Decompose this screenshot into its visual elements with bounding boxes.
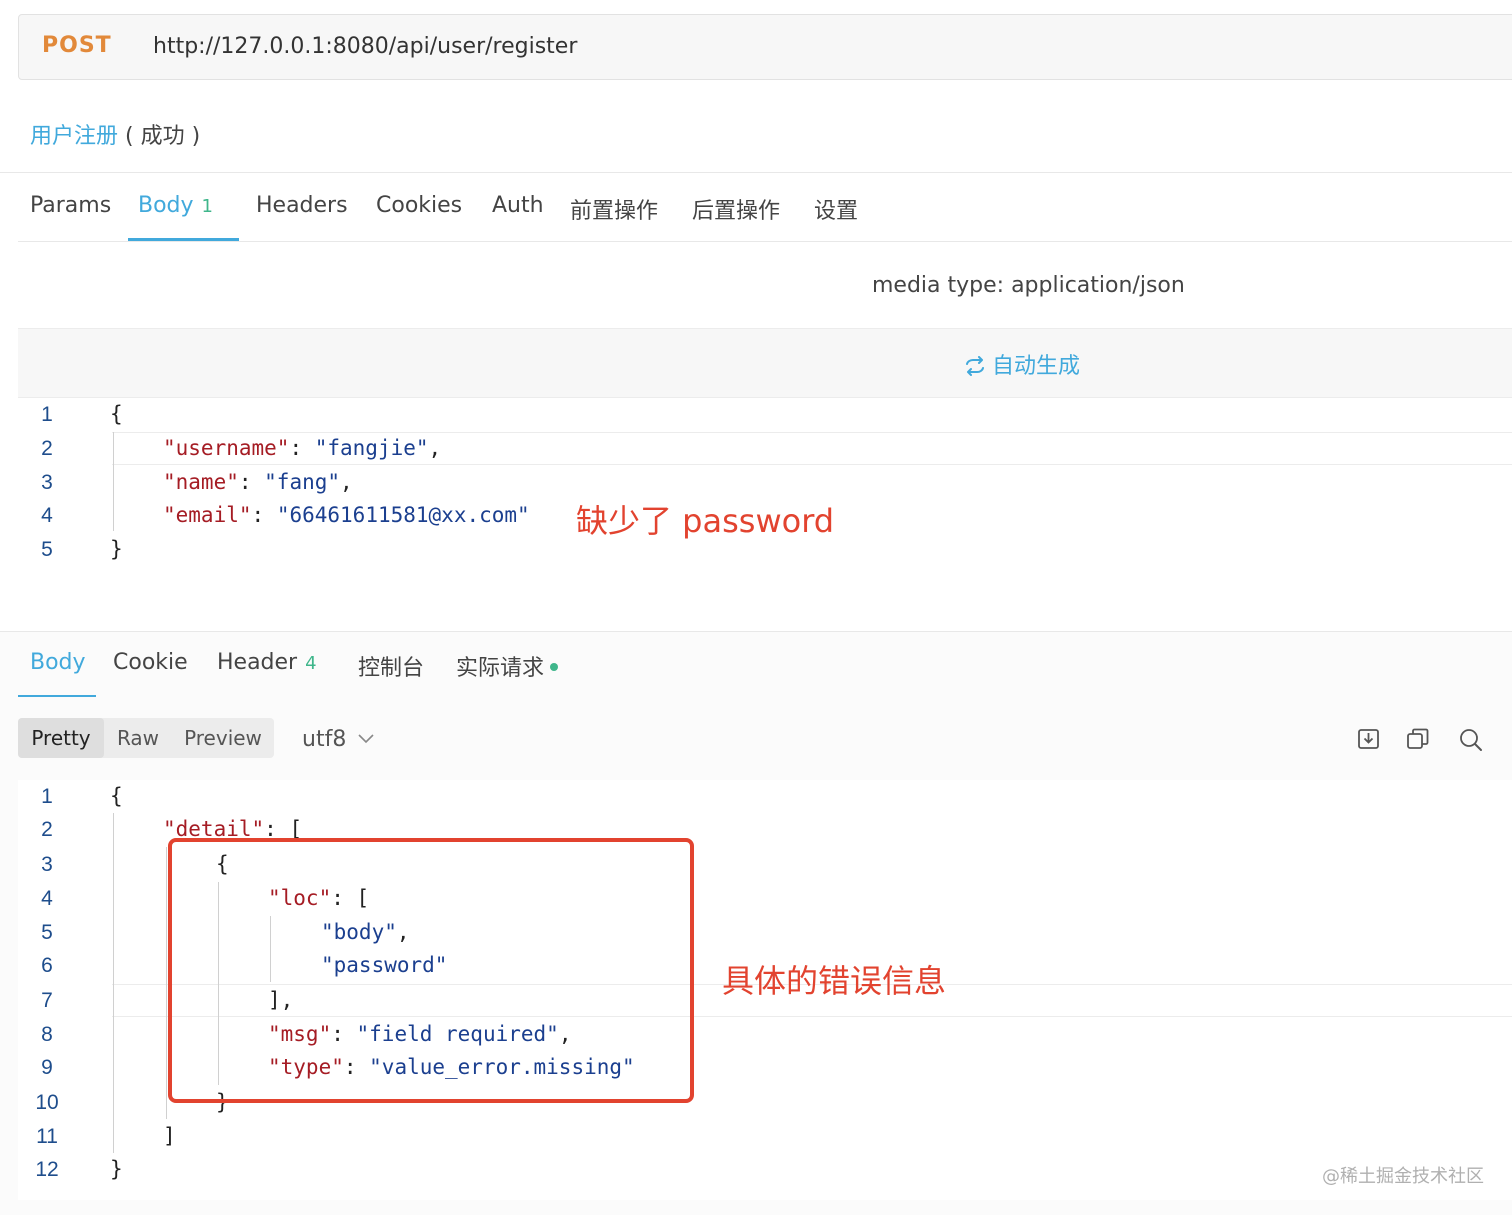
status-dot xyxy=(550,663,559,671)
tab-auth[interactable]: Auth xyxy=(492,193,544,218)
refresh-icon xyxy=(966,356,984,376)
view-mode-switch: Pretty Raw Preview xyxy=(18,718,274,758)
url-bar[interactable]: POST http://127.0.0.1:8080/api/user/regi… xyxy=(18,14,1512,80)
divider xyxy=(0,631,1512,632)
tab-params[interactable]: Params xyxy=(30,193,111,218)
tab-cookies[interactable]: Cookies xyxy=(376,193,462,218)
tab-response-header[interactable]: Header 4 xyxy=(217,650,317,675)
code-line: ] xyxy=(163,1124,176,1148)
download-icon[interactable] xyxy=(1356,726,1382,752)
line-number: 1 xyxy=(41,403,53,426)
url-input[interactable]: http://127.0.0.1:8080/api/user/register xyxy=(153,34,577,59)
error-highlight-box xyxy=(168,838,694,1103)
annotation-missing-password: 缺少了 password xyxy=(576,502,835,540)
line-number: 2 xyxy=(41,437,53,460)
tab-response-body[interactable]: Body xyxy=(30,650,86,675)
request-title: 用户注册 ( 成功 ) xyxy=(30,118,200,150)
indent-guide xyxy=(113,432,114,531)
view-preview-button[interactable]: Preview xyxy=(174,718,272,758)
active-tab-indicator xyxy=(18,695,96,697)
code-line: "username": "fangjie", xyxy=(163,436,442,460)
tab-pre-ops[interactable]: 前置操作 xyxy=(570,193,658,225)
line-number: 2 xyxy=(41,818,53,841)
line-number: 5 xyxy=(41,538,53,561)
tab-header-count: 4 xyxy=(305,653,317,674)
annotation-error-detail: 具体的错误信息 xyxy=(722,962,947,1000)
tab-actual-request[interactable]: 实际请求 xyxy=(456,650,559,682)
line-number: 12 xyxy=(35,1158,59,1181)
http-method[interactable]: POST xyxy=(42,33,112,58)
tab-post-ops[interactable]: 后置操作 xyxy=(692,193,780,225)
code-line: { xyxy=(110,784,123,808)
line-number: 4 xyxy=(41,887,53,910)
encoding-select[interactable]: utf8 xyxy=(302,725,374,752)
line-number: 7 xyxy=(41,989,53,1012)
indent-guide xyxy=(166,847,167,1119)
line-number: 6 xyxy=(41,954,53,977)
search-icon[interactable] xyxy=(1458,726,1484,752)
view-pretty-button[interactable]: Pretty xyxy=(18,718,104,758)
request-status: ( 成功 ) xyxy=(125,124,201,149)
tab-settings[interactable]: 设置 xyxy=(814,193,858,225)
line-number: 8 xyxy=(41,1023,53,1046)
copy-icon[interactable] xyxy=(1405,726,1431,752)
tab-body-count: 1 xyxy=(201,196,213,217)
code-line: "email": "66461611581@xx.com" xyxy=(163,503,530,527)
indent-guide xyxy=(113,813,114,1153)
line-number: 11 xyxy=(36,1125,58,1148)
code-line: } xyxy=(110,537,123,561)
line-number: 10 xyxy=(35,1091,59,1114)
line-number: 9 xyxy=(41,1056,53,1079)
line-number: 3 xyxy=(41,471,53,494)
request-name[interactable]: 用户注册 xyxy=(30,124,118,149)
tab-response-cookie[interactable]: Cookie xyxy=(113,650,188,675)
editor-toolbar xyxy=(18,328,1512,398)
divider xyxy=(18,241,1512,242)
code-line: } xyxy=(110,1157,123,1181)
auto-generate-button[interactable]: 自动生成 xyxy=(964,348,1080,380)
line-number: 5 xyxy=(41,921,53,944)
tab-console[interactable]: 控制台 xyxy=(358,650,424,682)
chevron-down-icon xyxy=(358,725,374,750)
line-number: 4 xyxy=(41,504,53,527)
tab-body[interactable]: Body 1 xyxy=(138,193,213,218)
line-number: 1 xyxy=(41,785,53,808)
view-raw-button[interactable]: Raw xyxy=(106,718,170,758)
tab-headers[interactable]: Headers xyxy=(256,193,348,218)
code-line: "name": "fang", xyxy=(163,470,353,494)
media-type-label: media type: application/json xyxy=(872,273,1185,298)
code-line: { xyxy=(110,402,123,426)
watermark: @稀土掘金技术社区 xyxy=(1322,1166,1484,1187)
line-number: 3 xyxy=(41,853,53,876)
divider xyxy=(0,172,1512,173)
